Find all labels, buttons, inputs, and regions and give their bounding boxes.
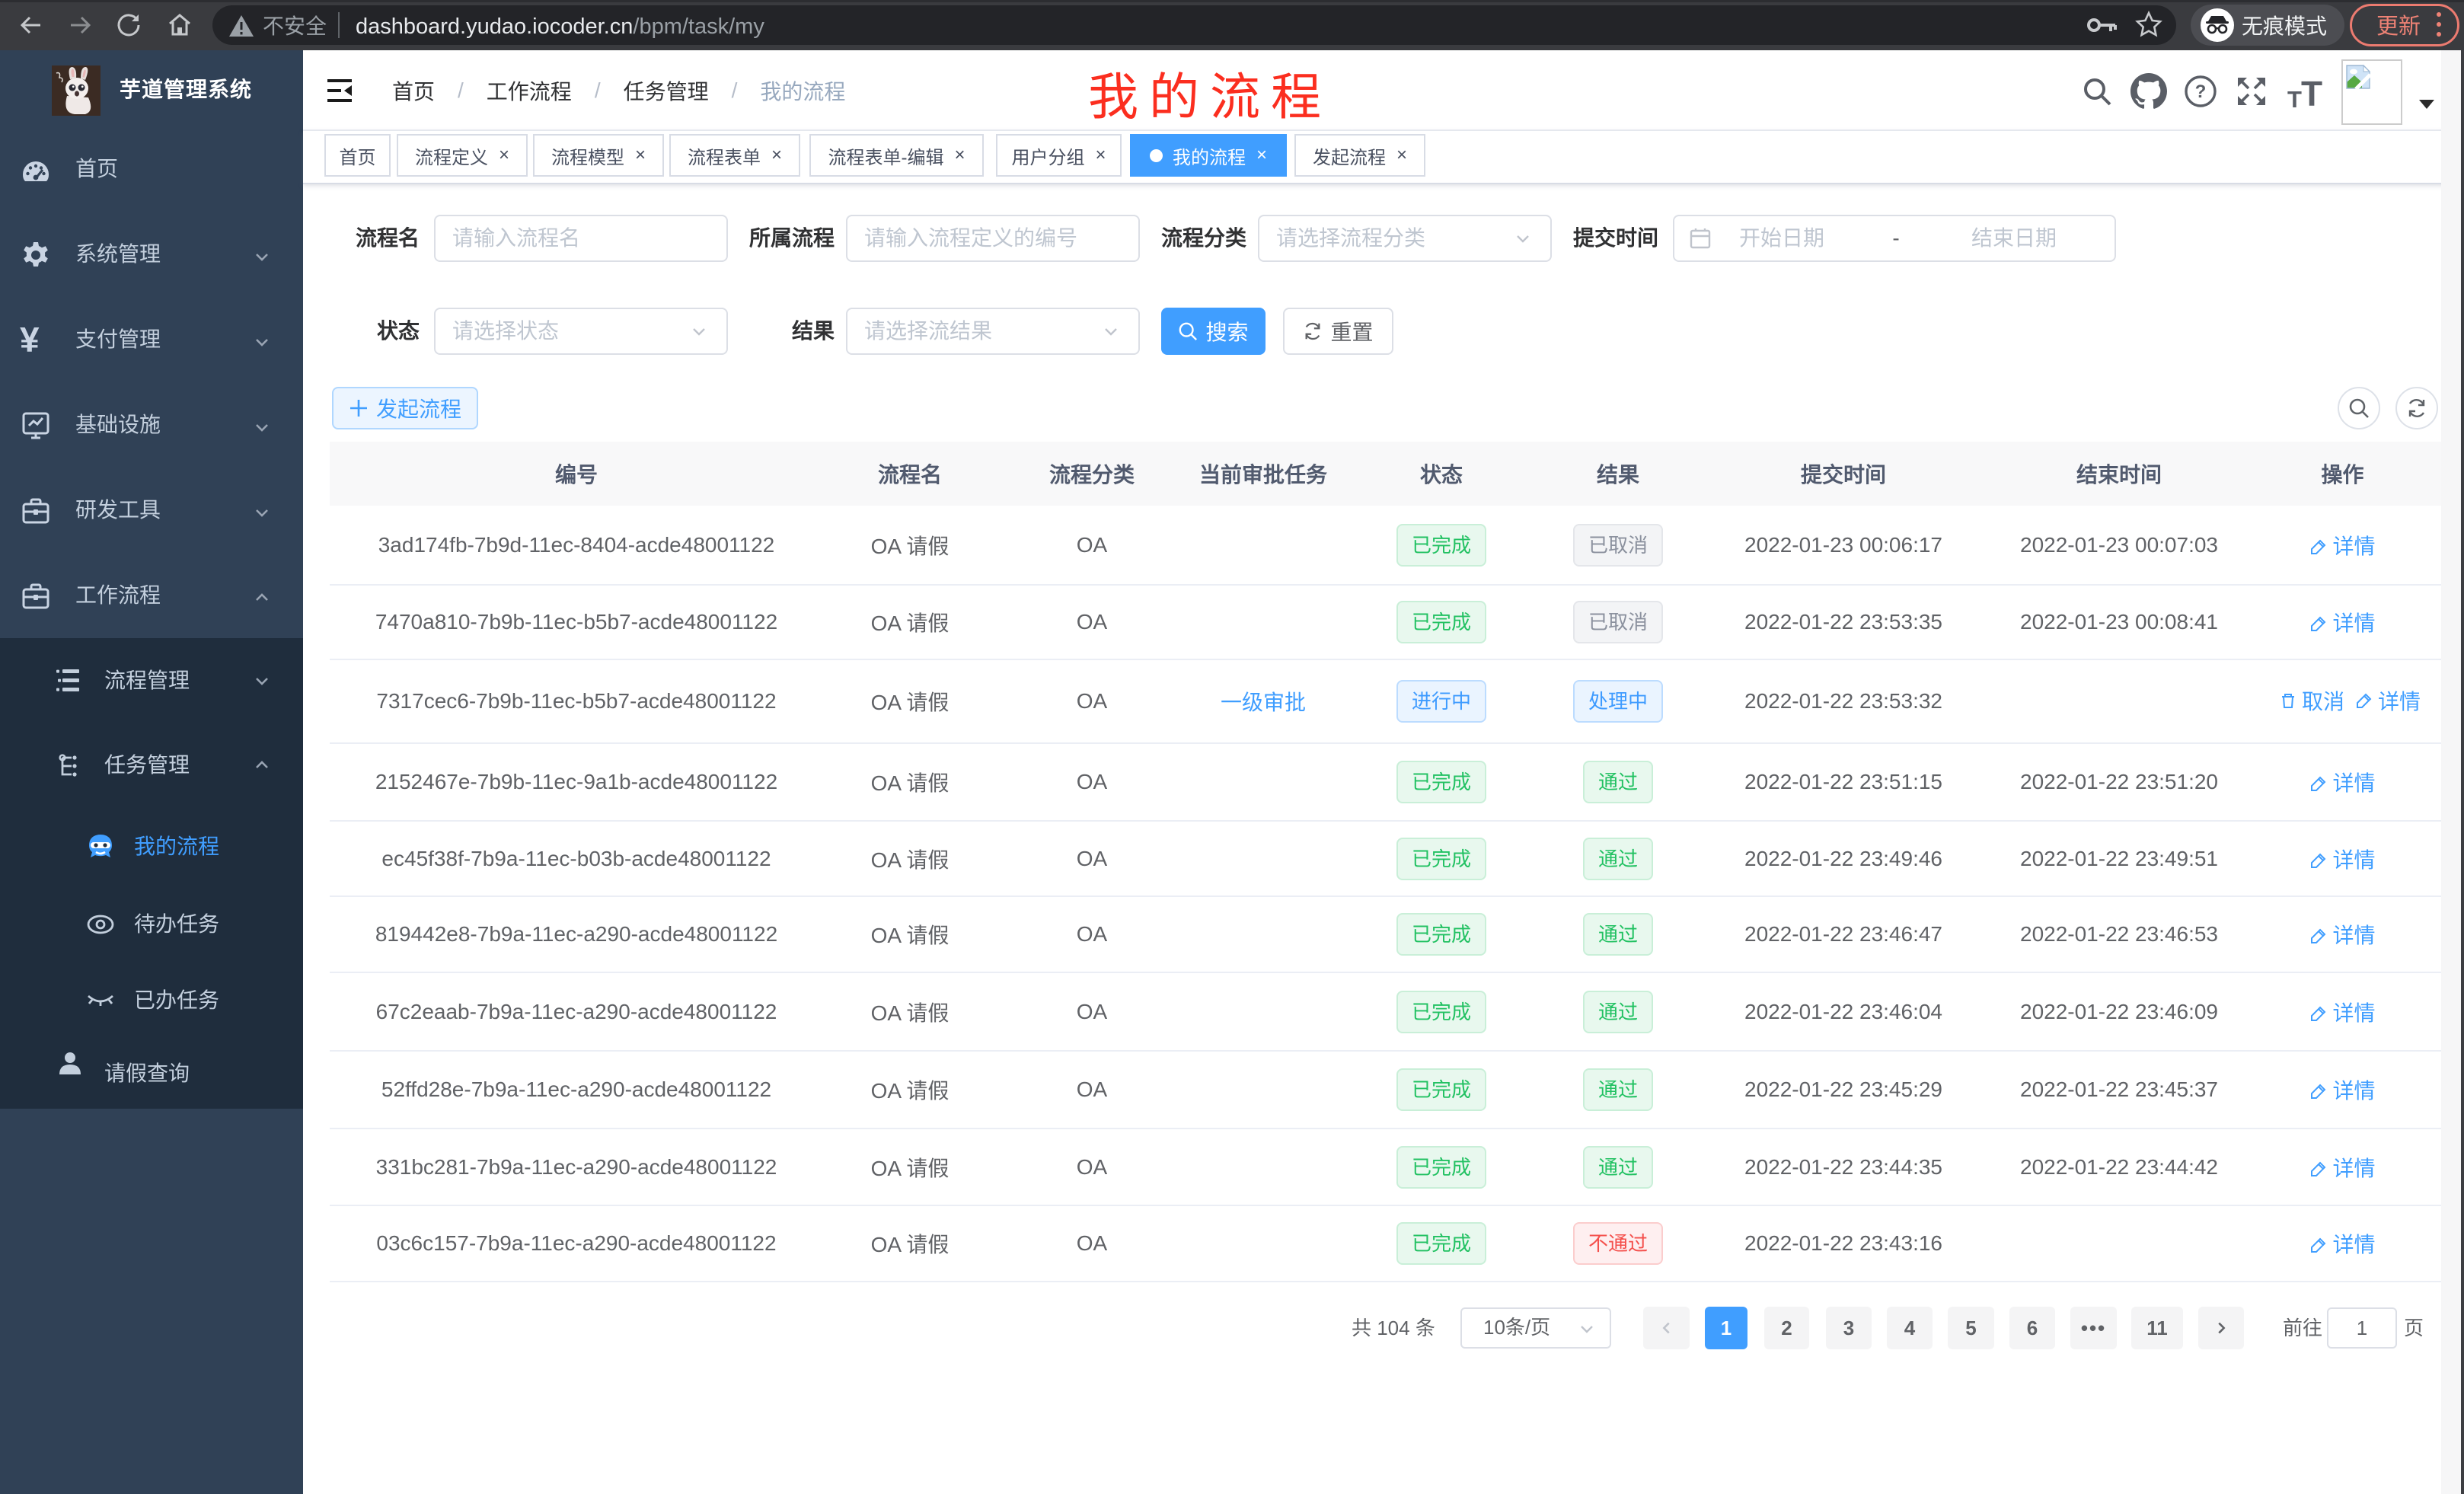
svg-text:?: ?: [2195, 81, 2207, 102]
